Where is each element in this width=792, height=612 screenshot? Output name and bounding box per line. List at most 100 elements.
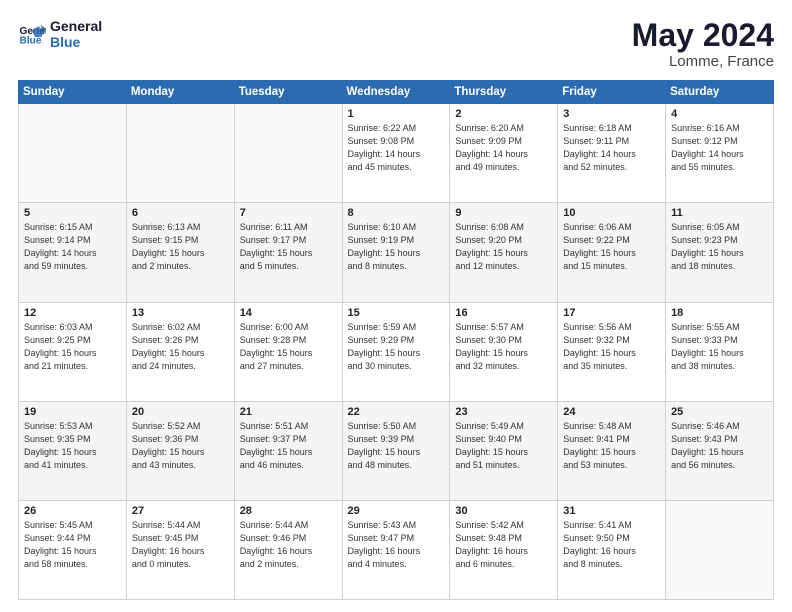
- calendar-cell: [19, 104, 127, 203]
- calendar-table: SundayMondayTuesdayWednesdayThursdayFrid…: [18, 80, 774, 600]
- day-number: 31: [563, 505, 660, 517]
- day-info: Sunrise: 6:22 AM Sunset: 9:08 PM Dayligh…: [348, 122, 445, 174]
- calendar-cell: [126, 104, 234, 203]
- day-number: 12: [24, 307, 121, 319]
- day-info: Sunrise: 5:44 AM Sunset: 9:45 PM Dayligh…: [132, 519, 229, 571]
- day-number: 21: [240, 406, 337, 418]
- day-info: Sunrise: 5:45 AM Sunset: 9:44 PM Dayligh…: [24, 519, 121, 571]
- calendar-cell: 25Sunrise: 5:46 AM Sunset: 9:43 PM Dayli…: [666, 401, 774, 500]
- day-number: 27: [132, 505, 229, 517]
- calendar-cell: 22 Sunrise: 5:50 AM Sunset: 9:39 PM Dayli…: [342, 401, 450, 500]
- logo-general: General: [50, 18, 102, 34]
- day-number: 15: [348, 307, 445, 319]
- day-info: Sunrise: 5:51 AM Sunset: 9:37 PM Dayligh…: [240, 420, 337, 472]
- calendar-cell: 12 Sunrise: 6:03 AM Sunset: 9:25 PM Dayli…: [19, 302, 127, 401]
- calendar-cell: 14 Sunrise: 6:00 AM Sunset: 9:28 PM Dayli…: [234, 302, 342, 401]
- calendar-cell: 29 Sunrise: 5:43 AM Sunset: 9:47 PM Dayli…: [342, 500, 450, 599]
- day-info: Sunrise: 6:20 AM Sunset: 9:09 PM Dayligh…: [455, 122, 552, 174]
- day-info: Sunrise: 6:08 AM Sunset: 9:20 PM Dayligh…: [455, 221, 552, 273]
- weekday-header-thursday: Thursday: [450, 81, 558, 104]
- weekday-header-wednesday: Wednesday: [342, 81, 450, 104]
- calendar-cell: 24Sunrise: 5:48 AM Sunset: 9:41 PM Dayli…: [558, 401, 666, 500]
- weekday-header-sunday: Sunday: [19, 81, 127, 104]
- day-info: Sunrise: 6:15 AM Sunset: 9:14 PM Dayligh…: [24, 221, 121, 273]
- calendar-cell: 11Sunrise: 6:05 AM Sunset: 9:23 PM Dayli…: [666, 203, 774, 302]
- day-number: 14: [240, 307, 337, 319]
- day-number: 19: [24, 406, 121, 418]
- calendar-cell: 3 Sunrise: 6:18 AM Sunset: 9:11 PM Daylig…: [558, 104, 666, 203]
- day-number: 2: [455, 108, 552, 120]
- day-info: Sunrise: 6:18 AM Sunset: 9:11 PM Dayligh…: [563, 122, 660, 174]
- day-number: 13: [132, 307, 229, 319]
- day-info: Sunrise: 6:03 AM Sunset: 9:25 PM Dayligh…: [24, 321, 121, 373]
- calendar-cell: 26 Sunrise: 5:45 AM Sunset: 9:44 PM Dayli…: [19, 500, 127, 599]
- day-number: 24: [563, 406, 660, 418]
- calendar-page: General Blue General Blue May 2024 Lomme…: [0, 0, 792, 612]
- weekday-header-saturday: Saturday: [666, 81, 774, 104]
- calendar-cell: 4 Sunrise: 6:16 AM Sunset: 9:12 PM Daylig…: [666, 104, 774, 203]
- day-info: Sunrise: 5:50 AM Sunset: 9:39 PM Dayligh…: [348, 420, 445, 472]
- calendar-cell: 23 Sunrise: 5:49 AM Sunset: 9:40 PM Dayli…: [450, 401, 558, 500]
- day-number: 5: [24, 207, 121, 219]
- day-number: 26: [24, 505, 121, 517]
- calendar-cell: 28Sunrise: 5:44 AM Sunset: 9:46 PM Dayli…: [234, 500, 342, 599]
- month-title: May 2024: [632, 18, 774, 53]
- day-number: 20: [132, 406, 229, 418]
- calendar-cell: 20 Sunrise: 5:52 AM Sunset: 9:36 PM Dayli…: [126, 401, 234, 500]
- calendar-cell: 16 Sunrise: 5:57 AM Sunset: 9:30 PM Dayli…: [450, 302, 558, 401]
- day-info: Sunrise: 5:59 AM Sunset: 9:29 PM Dayligh…: [348, 321, 445, 373]
- calendar-cell: 13Sunrise: 6:02 AM Sunset: 9:26 PM Dayli…: [126, 302, 234, 401]
- weekday-header-friday: Friday: [558, 81, 666, 104]
- calendar-cell: [666, 500, 774, 599]
- day-info: Sunrise: 6:10 AM Sunset: 9:19 PM Dayligh…: [348, 221, 445, 273]
- calendar-cell: 9 Sunrise: 6:08 AM Sunset: 9:20 PM Daylig…: [450, 203, 558, 302]
- day-number: 1: [348, 108, 445, 120]
- day-info: Sunrise: 5:55 AM Sunset: 9:33 PM Dayligh…: [671, 321, 768, 373]
- day-number: 25: [671, 406, 768, 418]
- day-info: Sunrise: 6:00 AM Sunset: 9:28 PM Dayligh…: [240, 321, 337, 373]
- day-number: 8: [348, 207, 445, 219]
- day-info: Sunrise: 5:49 AM Sunset: 9:40 PM Dayligh…: [455, 420, 552, 472]
- day-number: 9: [455, 207, 552, 219]
- day-info: Sunrise: 5:56 AM Sunset: 9:32 PM Dayligh…: [563, 321, 660, 373]
- day-number: 7: [240, 207, 337, 219]
- calendar-cell: 15 Sunrise: 5:59 AM Sunset: 9:29 PM Dayli…: [342, 302, 450, 401]
- day-info: Sunrise: 5:52 AM Sunset: 9:36 PM Dayligh…: [132, 420, 229, 472]
- calendar-cell: 19Sunrise: 5:53 AM Sunset: 9:35 PM Dayli…: [19, 401, 127, 500]
- day-number: 28: [240, 505, 337, 517]
- calendar-cell: 31Sunrise: 5:41 AM Sunset: 9:50 PM Dayli…: [558, 500, 666, 599]
- calendar-cell: 21 Sunrise: 5:51 AM Sunset: 9:37 PM Dayli…: [234, 401, 342, 500]
- day-info: Sunrise: 5:42 AM Sunset: 9:48 PM Dayligh…: [455, 519, 552, 571]
- day-number: 17: [563, 307, 660, 319]
- day-info: Sunrise: 6:06 AM Sunset: 9:22 PM Dayligh…: [563, 221, 660, 273]
- calendar-cell: 6Sunrise: 6:13 AM Sunset: 9:15 PM Daylig…: [126, 203, 234, 302]
- day-number: 4: [671, 108, 768, 120]
- day-number: 3: [563, 108, 660, 120]
- calendar-cell: 7 Sunrise: 6:11 AM Sunset: 9:17 PM Daylig…: [234, 203, 342, 302]
- day-info: Sunrise: 5:43 AM Sunset: 9:47 PM Dayligh…: [348, 519, 445, 571]
- calendar-cell: 27 Sunrise: 5:44 AM Sunset: 9:45 PM Dayli…: [126, 500, 234, 599]
- logo: General Blue General Blue: [18, 18, 102, 50]
- day-number: 22: [348, 406, 445, 418]
- calendar-cell: [234, 104, 342, 203]
- logo-icon: General Blue: [18, 20, 46, 48]
- weekday-header-tuesday: Tuesday: [234, 81, 342, 104]
- day-number: 29: [348, 505, 445, 517]
- day-number: 16: [455, 307, 552, 319]
- weekday-header-monday: Monday: [126, 81, 234, 104]
- calendar-cell: 10Sunrise: 6:06 AM Sunset: 9:22 PM Dayli…: [558, 203, 666, 302]
- calendar-cell: 17 Sunrise: 5:56 AM Sunset: 9:32 PM Dayli…: [558, 302, 666, 401]
- day-number: 30: [455, 505, 552, 517]
- calendar-cell: 8 Sunrise: 6:10 AM Sunset: 9:19 PM Daylig…: [342, 203, 450, 302]
- header: General Blue General Blue May 2024 Lomme…: [18, 18, 774, 70]
- day-number: 23: [455, 406, 552, 418]
- calendar-cell: 30 Sunrise: 5:42 AM Sunset: 9:48 PM Dayli…: [450, 500, 558, 599]
- location: Lomme, France: [632, 53, 774, 70]
- day-info: Sunrise: 6:13 AM Sunset: 9:15 PM Dayligh…: [132, 221, 229, 273]
- calendar-cell: 5 Sunrise: 6:15 AM Sunset: 9:14 PM Daylig…: [19, 203, 127, 302]
- day-number: 11: [671, 207, 768, 219]
- day-number: 18: [671, 307, 768, 319]
- day-info: Sunrise: 6:11 AM Sunset: 9:17 PM Dayligh…: [240, 221, 337, 273]
- day-info: Sunrise: 5:57 AM Sunset: 9:30 PM Dayligh…: [455, 321, 552, 373]
- day-info: Sunrise: 6:16 AM Sunset: 9:12 PM Dayligh…: [671, 122, 768, 174]
